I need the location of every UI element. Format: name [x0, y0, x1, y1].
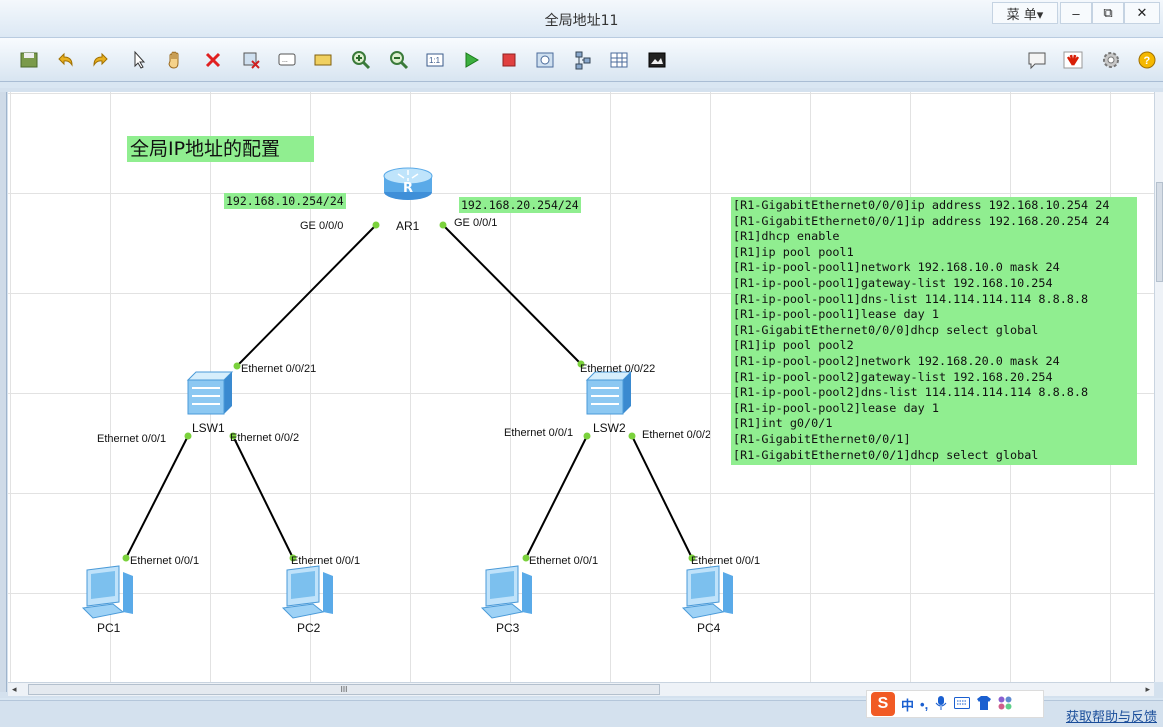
pc-name[interactable]: PC4 — [697, 621, 720, 635]
scroll-thumb[interactable] — [1156, 182, 1163, 282]
pc-name[interactable]: PC2 — [297, 621, 320, 635]
fit-icon[interactable]: 1:1 — [422, 47, 448, 73]
title-bar: 全局地址11 菜 单▾ – ⧉ ✕ — [0, 0, 1163, 38]
cli-line: [R1-ip-pool-pool2]dns-list 114.114.114.1… — [733, 385, 1089, 400]
port-label: Ethernet 0/0/1 — [97, 433, 167, 445]
toolbar: ... 1:1 ? — [0, 38, 1163, 82]
cli-line: [R1-ip-pool-pool1]gateway-list 192.168.1… — [733, 275, 1053, 290]
chat-icon[interactable] — [1024, 47, 1050, 73]
help-icon[interactable]: ? — [1134, 47, 1160, 73]
cli-line: [R1-GigabitEthernet0/0/1]dhcp select glo… — [733, 447, 1039, 462]
scroll-right-icon[interactable]: ▸ — [1145, 684, 1150, 695]
scroll-thumb[interactable]: III — [28, 684, 660, 695]
ime-toolbar[interactable]: S 中 •, — [866, 690, 1044, 718]
port-label: GE 0/0/1 — [454, 217, 498, 229]
port-label: Ethernet 0/0/1 — [529, 555, 599, 567]
svg-text:1:1: 1:1 — [429, 56, 441, 65]
menu-button[interactable]: 菜 单▾ — [992, 2, 1058, 24]
capture-icon[interactable] — [532, 47, 558, 73]
ime-lang-toggle[interactable]: 中 — [901, 695, 914, 714]
start-icon[interactable] — [458, 47, 484, 73]
stop-icon[interactable] — [496, 47, 522, 73]
cli-line: [R1-GigabitEthernet0/0/0]dhcp select glo… — [733, 322, 1039, 337]
vertical-scrollbar[interactable] — [1154, 92, 1163, 682]
minimize-button[interactable]: – — [1060, 2, 1092, 24]
port-label: Ethernet 0/0/1 — [291, 555, 361, 567]
screenshot-icon[interactable] — [644, 47, 670, 73]
save-icon[interactable] — [16, 47, 42, 73]
port-label: Ethernet 0/0/21 — [241, 363, 317, 375]
router-name[interactable]: AR1 — [396, 219, 419, 233]
cli-line: [R1-ip-pool-pool2]lease day 1 — [733, 400, 939, 415]
undo-icon[interactable] — [52, 47, 78, 73]
text-icon[interactable]: ... — [274, 47, 300, 73]
pc-name[interactable]: PC1 — [97, 621, 120, 635]
port-label: GE 0/0/0 — [300, 220, 344, 232]
apps-icon[interactable] — [998, 696, 1012, 713]
huawei-icon[interactable] — [1060, 47, 1086, 73]
ime-punct-toggle[interactable]: •, — [920, 697, 928, 712]
keyboard-icon[interactable] — [954, 696, 971, 712]
left-panel-edge[interactable] — [0, 92, 7, 692]
grid-icon[interactable] — [606, 47, 632, 73]
cli-line: [R1-ip-pool-pool2]gateway-list 192.168.2… — [733, 369, 1053, 384]
hand-icon[interactable] — [162, 47, 188, 73]
help-feedback-link[interactable]: 获取帮助与反馈 — [1066, 706, 1157, 725]
cli-line: [R1]ip pool pool1 — [733, 244, 854, 259]
microphone-icon[interactable] — [934, 695, 948, 714]
pc-name[interactable]: PC3 — [496, 621, 519, 635]
cli-line: [R1-GigabitEthernet0/0/0]ip address 192.… — [733, 198, 1110, 212]
delete-icon[interactable] — [200, 47, 226, 73]
rect-icon[interactable] — [310, 47, 336, 73]
cli-line: [R1-ip-pool-pool1]lease day 1 — [733, 307, 939, 322]
cli-line: [R1-GigabitEthernet0/0/1]ip address 192.… — [733, 213, 1110, 228]
settings-icon[interactable] — [1098, 47, 1124, 73]
port-label: Ethernet 0/0/1 — [691, 555, 761, 567]
port-label: Ethernet 0/0/2 — [230, 432, 300, 444]
window-title: 全局地址11 — [544, 13, 619, 29]
canvas-heading[interactable]: 全局IP地址的配置 — [127, 136, 314, 162]
cli-line: [R1-ip-pool-pool1]network 192.168.10.0 m… — [733, 260, 1060, 275]
skin-icon[interactable] — [976, 695, 992, 713]
cli-line: [R1]int g0/0/1 — [733, 416, 833, 431]
topology-icon[interactable] — [570, 47, 596, 73]
port-label: Ethernet 0/0/2 — [642, 429, 710, 441]
port-label: Ethernet 0/0/1 — [504, 427, 574, 439]
cli-line: [R1-GigabitEthernet0/0/1] — [733, 431, 911, 446]
erase-icon[interactable] — [238, 47, 264, 73]
restore-button[interactable]: ⧉ — [1092, 2, 1124, 24]
cli-line: [R1]dhcp enable — [733, 229, 840, 244]
port-label: Ethernet 0/0/22 — [580, 363, 656, 375]
switch-name[interactable]: LSW2 — [593, 421, 626, 435]
svg-text:...: ... — [282, 57, 288, 64]
switch-name[interactable]: LSW1 — [192, 421, 225, 435]
cli-line: [R1-ip-pool-pool2]network 192.168.20.0 m… — [733, 353, 1060, 368]
svg-text:?: ? — [1144, 55, 1151, 67]
zoom-in-icon[interactable] — [348, 47, 374, 73]
redo-icon[interactable] — [88, 47, 114, 73]
cli-config-textbox[interactable]: [R1-GigabitEthernet0/0/0]ip address 192.… — [731, 197, 1137, 465]
zoom-out-icon[interactable] — [386, 47, 412, 73]
select-icon[interactable] — [126, 47, 152, 73]
close-button[interactable]: ✕ — [1124, 2, 1160, 24]
cli-line: [R1]ip pool pool2 — [733, 338, 854, 353]
scroll-left-icon[interactable]: ◂ — [12, 684, 17, 695]
port-label: Ethernet 0/0/1 — [130, 555, 200, 567]
ip-label-right[interactable]: 192.168.20.254/24 — [459, 197, 581, 213]
sogou-icon[interactable]: S — [871, 692, 895, 716]
ip-label-left[interactable]: 192.168.10.254/24 — [224, 193, 346, 209]
cli-line: [R1-ip-pool-pool1]dns-list 114.114.114.1… — [733, 291, 1089, 306]
